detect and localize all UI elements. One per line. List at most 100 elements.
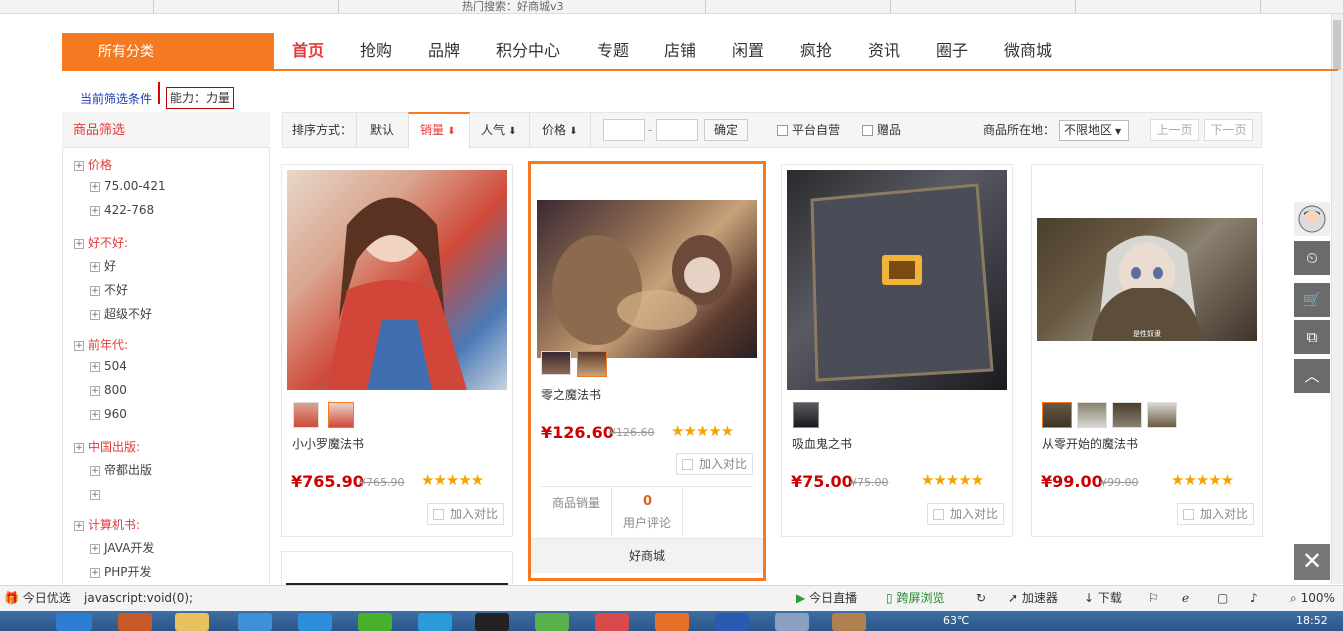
reviews-label[interactable]: 用户评论 [623, 514, 671, 531]
filter-tag[interactable]: 能力：力量 [166, 87, 235, 109]
firefox-taskbar-icon[interactable] [655, 613, 689, 631]
product-name[interactable]: 零之魔法书 [541, 386, 601, 403]
filter-group[interactable]: + 前年代: [74, 336, 128, 353]
sort-price[interactable]: 价格 ⬇ [542, 112, 578, 148]
filter-item[interactable]: + 超级不好 [90, 305, 152, 322]
product-image[interactable]: 是性奴隶 [1037, 218, 1257, 341]
filter-item[interactable]: +504 [90, 359, 127, 373]
avatar-icon[interactable] [1294, 202, 1330, 236]
page-scrollbar[interactable] [1331, 14, 1343, 584]
history-icon[interactable]: ⏲ [1294, 241, 1330, 275]
zoom-control[interactable]: ⌕ 100% [1290, 585, 1335, 611]
nav-stores[interactable]: 店铺 [664, 33, 696, 69]
app-taskbar-icon[interactable] [595, 613, 629, 631]
product-thumb[interactable] [1042, 402, 1072, 428]
product-thumb[interactable] [328, 402, 354, 428]
expand-icon[interactable]: + [74, 160, 84, 171]
expand-icon[interactable]: + [74, 442, 84, 453]
add-compare-button[interactable]: 加入对比 [1177, 503, 1255, 525]
app-taskbar-icon[interactable] [118, 613, 152, 631]
product-image[interactable] [287, 170, 507, 390]
nav-brand[interactable]: 品牌 [428, 33, 460, 69]
filter-group[interactable]: + 价格 [74, 156, 112, 173]
speaker-icon[interactable]: ♪ [1250, 585, 1258, 611]
browser-tab[interactable] [154, 0, 339, 13]
terminal-taskbar-icon[interactable] [475, 613, 509, 631]
ie-taskbar-icon[interactable] [56, 613, 92, 631]
checkbox[interactable] [682, 459, 693, 470]
checkbox[interactable] [433, 509, 444, 520]
download-button[interactable]: ↓ 下载 [1084, 585, 1122, 611]
product-image[interactable] [537, 200, 757, 358]
cross-screen-button[interactable]: ▯ 跨屏浏览 [886, 585, 944, 611]
ie-icon[interactable]: ℯ [1182, 585, 1189, 611]
filter-item[interactable]: + 不好 [90, 281, 128, 298]
filter-group[interactable]: + 中国出版: [74, 438, 140, 455]
product-name[interactable]: 小小罗魔法书 [292, 435, 364, 452]
product-name[interactable]: 吸血鬼之书 [792, 435, 852, 452]
cart-icon[interactable]: 🛒 [1294, 283, 1330, 317]
add-compare-button[interactable]: 加入对比 [676, 453, 754, 475]
nav-home[interactable]: 首页 [292, 33, 324, 69]
clock[interactable]: 18:52 [1296, 613, 1328, 629]
filter-item[interactable]: +422-768 [90, 203, 154, 217]
filter-item[interactable]: +960 [90, 407, 127, 421]
expand-icon[interactable]: + [74, 520, 84, 531]
nav-flash-sale[interactable]: 抢购 [360, 33, 392, 69]
price-confirm-button[interactable]: 确定 [704, 119, 748, 141]
app-taskbar-icon[interactable] [832, 613, 866, 631]
sort-sales[interactable]: 销量 ⬇ [420, 112, 456, 148]
filter-item[interactable]: + 帝都出版 [90, 461, 152, 478]
expand-icon[interactable]: + [74, 340, 84, 351]
product-image[interactable] [787, 170, 1007, 390]
folder-taskbar-icon[interactable] [175, 613, 209, 631]
app-taskbar-icon[interactable] [535, 613, 569, 631]
gift-checkbox[interactable] [862, 125, 873, 136]
filter-item[interactable]: + PHP开发 [90, 563, 152, 580]
today-picks[interactable]: 🎁 今日优选 [4, 585, 71, 611]
app-taskbar-icon[interactable] [298, 613, 332, 631]
app-taskbar-icon[interactable] [238, 613, 272, 631]
nav-idle[interactable]: 闲置 [732, 33, 764, 69]
nav-topics[interactable]: 专题 [597, 33, 629, 69]
checkbox[interactable] [933, 509, 944, 520]
sort-default[interactable]: 默认 [370, 112, 394, 148]
compare-icon[interactable]: ⧉ [1294, 320, 1330, 354]
platform-checkbox[interactable] [777, 125, 788, 136]
filter-item[interactable]: + 好 [90, 257, 116, 274]
accelerator-button[interactable]: ➚ 加速器 [1008, 585, 1058, 611]
next-page-button[interactable]: 下一页 [1204, 119, 1253, 141]
filter-item[interactable]: +75.00-421 [90, 179, 166, 193]
product-thumb[interactable] [293, 402, 319, 428]
expand-icon[interactable]: + [74, 238, 84, 249]
window-icon[interactable]: ▢ [1217, 585, 1228, 611]
sort-popularity[interactable]: 人气 ⬇ [481, 112, 517, 148]
filter-group[interactable]: + 计算机书: [74, 516, 140, 533]
nav-circle[interactable]: 圈子 [936, 33, 968, 69]
product-thumb[interactable] [793, 402, 819, 428]
app-taskbar-icon[interactable] [775, 613, 809, 631]
browser-tab[interactable] [891, 0, 1076, 13]
prev-page-button[interactable]: 上一页 [1150, 119, 1199, 141]
product-name[interactable]: 从零开始的魔法书 [1042, 435, 1138, 452]
filter-item[interactable]: + JAVA开发 [90, 539, 154, 556]
nav-micro-mall[interactable]: 微商城 [1004, 33, 1052, 69]
store-name[interactable]: 好商城 [531, 538, 763, 573]
filter-group[interactable]: + 好不好: [74, 234, 128, 251]
reviews-count[interactable]: 0 [643, 494, 652, 509]
price-max-input[interactable] [656, 119, 698, 141]
add-compare-button[interactable]: 加入对比 [927, 503, 1005, 525]
product-thumb[interactable] [541, 351, 571, 375]
browser-tab[interactable] [1076, 0, 1261, 13]
live-button[interactable]: ▶ 今日直播 [796, 585, 857, 611]
flag-icon[interactable]: ⚐ [1148, 585, 1159, 611]
back-to-top-icon[interactable]: ︿ [1294, 359, 1330, 393]
all-categories-button[interactable]: 所有分类 [62, 33, 274, 71]
filter-item[interactable]: +800 [90, 383, 127, 397]
product-thumb[interactable] [1077, 402, 1107, 428]
product-thumb[interactable] [577, 351, 607, 377]
browser-tab[interactable] [706, 0, 891, 13]
nav-news[interactable]: 资讯 [868, 33, 900, 69]
product-thumb[interactable] [1147, 402, 1177, 428]
browser-tab[interactable] [64, 0, 154, 13]
